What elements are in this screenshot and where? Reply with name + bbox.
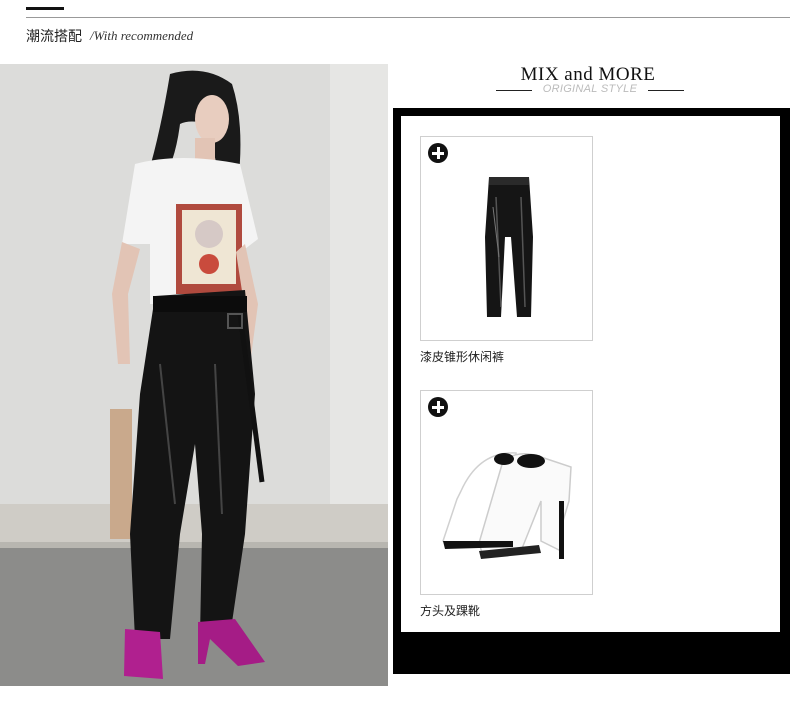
- mix-subtitle: ORIGINAL STYLE: [542, 83, 638, 95]
- mix-panel-frame: 漆皮锥形休闲裤 方头及踝靴: [393, 108, 790, 674]
- header-accent-bar: [26, 7, 64, 10]
- mix-panel: 漆皮锥形休闲裤 方头及踝靴: [401, 116, 780, 632]
- product-name[interactable]: 方头及踝靴: [420, 602, 593, 619]
- header-divider: [26, 17, 790, 18]
- mix-subtitle-rule-right: [648, 90, 684, 91]
- product-card[interactable]: 漆皮锥形休闲裤: [420, 136, 593, 365]
- mix-subtitle-row: ORIGINAL STYLE: [496, 83, 684, 97]
- product-image-boots[interactable]: [420, 390, 593, 595]
- product-card[interactable]: 方头及踝靴: [420, 390, 593, 619]
- section-title: 潮流搭配: [26, 29, 82, 45]
- product-name[interactable]: 漆皮锥形休闲裤: [420, 348, 593, 365]
- add-to-cart-icon[interactable]: [428, 143, 448, 163]
- add-to-cart-icon[interactable]: [428, 397, 448, 417]
- lookbook-photo[interactable]: [0, 64, 388, 686]
- mix-subtitle-rule-left: [496, 90, 532, 91]
- section-subtitle: /With recommended: [90, 28, 194, 43]
- product-image-pants[interactable]: [420, 136, 593, 341]
